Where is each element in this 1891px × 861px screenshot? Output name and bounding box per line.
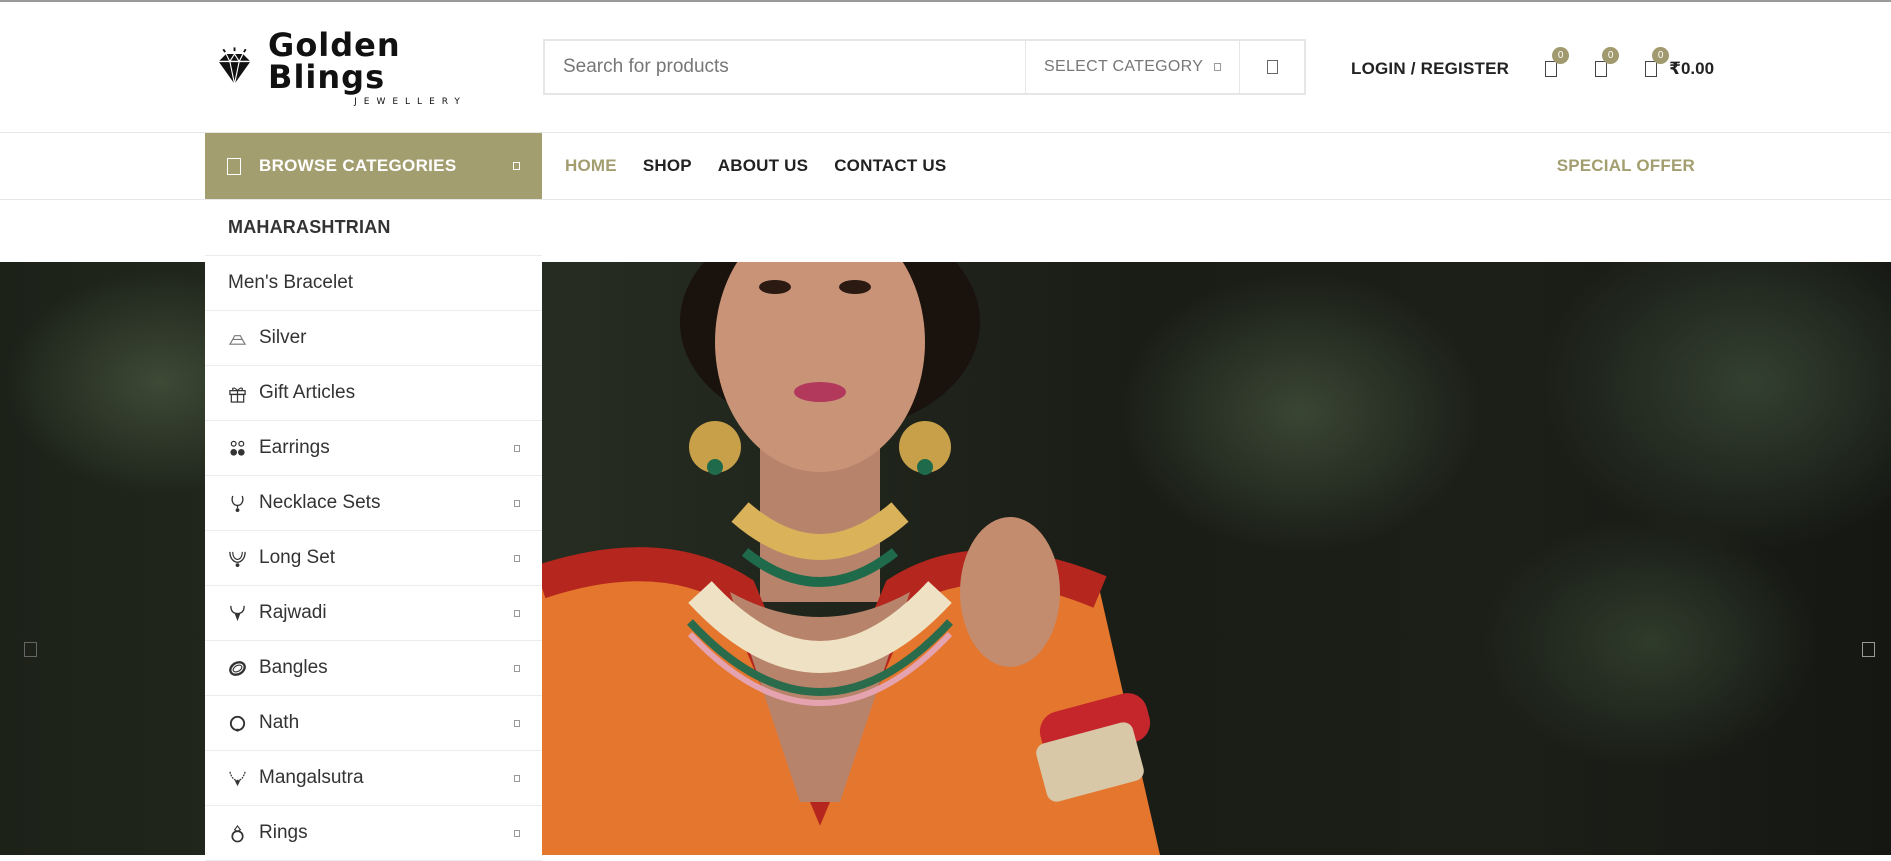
chevron-right-icon [514, 444, 520, 452]
earrings-icon [230, 440, 245, 456]
diamond-logo-icon [218, 47, 251, 85]
category-item-rings[interactable]: Rings [205, 806, 542, 861]
long-necklace-icon [229, 551, 246, 567]
category-item-silver[interactable]: Silver [205, 311, 542, 366]
nose-ring-icon [229, 715, 246, 732]
chevron-down-icon [513, 162, 520, 170]
category-label: Rajwadi [259, 602, 327, 623]
category-item-gift-articles[interactable]: Gift Articles [205, 366, 542, 421]
search-icon [1266, 60, 1278, 74]
compare-button[interactable]: 0 [1587, 47, 1620, 83]
category-dropdown: MAHARASHTRIAN Men's Bracelet Silver Gift… [205, 200, 542, 861]
hero-model-image [540, 262, 1160, 855]
special-offer-link[interactable]: SPECIAL OFFER [1557, 133, 1695, 199]
category-label: Necklace Sets [259, 492, 381, 513]
brand-tagline: JEWELLERY [354, 97, 467, 107]
cart-total[interactable]: ₹0.00 [1669, 59, 1714, 79]
brand-logo[interactable]: Golden Blings JEWELLERY [213, 29, 513, 107]
brand-name: Golden Blings [268, 26, 401, 96]
cart-count-badge: 0 [1652, 47, 1670, 64]
category-label: Earrings [259, 437, 330, 458]
compare-icon [1595, 61, 1608, 77]
gift-icon [229, 386, 246, 403]
category-label: Mangalsutra [259, 767, 364, 788]
chevron-down-icon [1214, 63, 1221, 71]
category-item-earrings[interactable]: Earrings [205, 421, 542, 476]
pendant-icon [230, 605, 245, 621]
category-item-mangalsutra[interactable]: Mangalsutra [205, 751, 542, 806]
category-item-rajwadi[interactable]: Rajwadi [205, 586, 542, 641]
wishlist-button[interactable]: 0 [1537, 47, 1570, 83]
category-select-label: SELECT CATEGORY [1044, 58, 1204, 75]
category-label: Gift Articles [259, 382, 356, 403]
category-label: MAHARASHTRIAN [228, 217, 391, 237]
category-item-bangles[interactable]: Bangles [205, 641, 542, 696]
nav-item-home[interactable]: HOME [565, 156, 617, 176]
category-item-nath[interactable]: Nath [205, 696, 542, 751]
browse-categories-button[interactable]: BROWSE CATEGORIES [205, 133, 542, 199]
category-item-mens-bracelet[interactable]: Men's Bracelet [205, 256, 542, 311]
nav-item-contact-us[interactable]: CONTACT US [834, 156, 946, 176]
main-navbar: BROWSE CATEGORIES HOME SHOP ABOUT US CON… [0, 133, 1891, 200]
wishlist-count-badge: 0 [1552, 47, 1570, 64]
header-actions: LOGIN / REGISTER 0 0 0 ₹0.00 [1351, 47, 1714, 84]
nav-item-about-us[interactable]: ABOUT US [718, 156, 808, 176]
browse-categories-label: BROWSE CATEGORIES [259, 156, 457, 175]
search-button[interactable] [1239, 41, 1304, 93]
mangalsutra-icon [229, 771, 246, 786]
nav-item-shop[interactable]: SHOP [643, 156, 692, 176]
category-select[interactable]: SELECT CATEGORY [1025, 41, 1239, 93]
necklace-icon [231, 495, 244, 512]
search-input[interactable] [545, 41, 1025, 93]
slider-next-button[interactable] [1862, 642, 1875, 657]
category-label: Bangles [259, 657, 328, 678]
chevron-right-icon [514, 609, 520, 617]
menu-icon [227, 157, 241, 175]
category-label: Rings [259, 822, 308, 843]
category-item-maharashtrian[interactable]: MAHARASHTRIAN [205, 200, 542, 256]
bangle-icon [229, 660, 246, 676]
slider-prev-button[interactable] [24, 642, 37, 657]
compare-count-badge: 0 [1602, 47, 1620, 64]
category-label: Nath [259, 712, 300, 733]
category-item-necklace-sets[interactable]: Necklace Sets [205, 476, 542, 531]
site-header: Golden Blings JEWELLERY SELECT CATEGORY … [0, 2, 1891, 133]
login-register-link[interactable]: LOGIN / REGISTER [1351, 59, 1509, 79]
cart-icon [1645, 61, 1658, 77]
search-form: SELECT CATEGORY [543, 39, 1306, 95]
chevron-right-icon [514, 719, 520, 727]
chevron-right-icon [514, 829, 520, 837]
chevron-right-icon [514, 499, 520, 507]
cart-button[interactable]: 0 [1637, 47, 1670, 83]
silver-bars-icon [228, 334, 247, 345]
chevron-right-icon [514, 554, 520, 562]
category-label: Men's Bracelet [228, 272, 354, 293]
heart-icon [1545, 61, 1558, 77]
chevron-right-icon [514, 774, 520, 782]
ring-icon [231, 824, 244, 842]
category-label: Silver [259, 327, 307, 348]
category-label: Long Set [259, 547, 336, 568]
chevron-right-icon [514, 664, 520, 672]
category-item-long-set[interactable]: Long Set [205, 531, 542, 586]
main-menu: HOME SHOP ABOUT US CONTACT US [565, 133, 972, 199]
